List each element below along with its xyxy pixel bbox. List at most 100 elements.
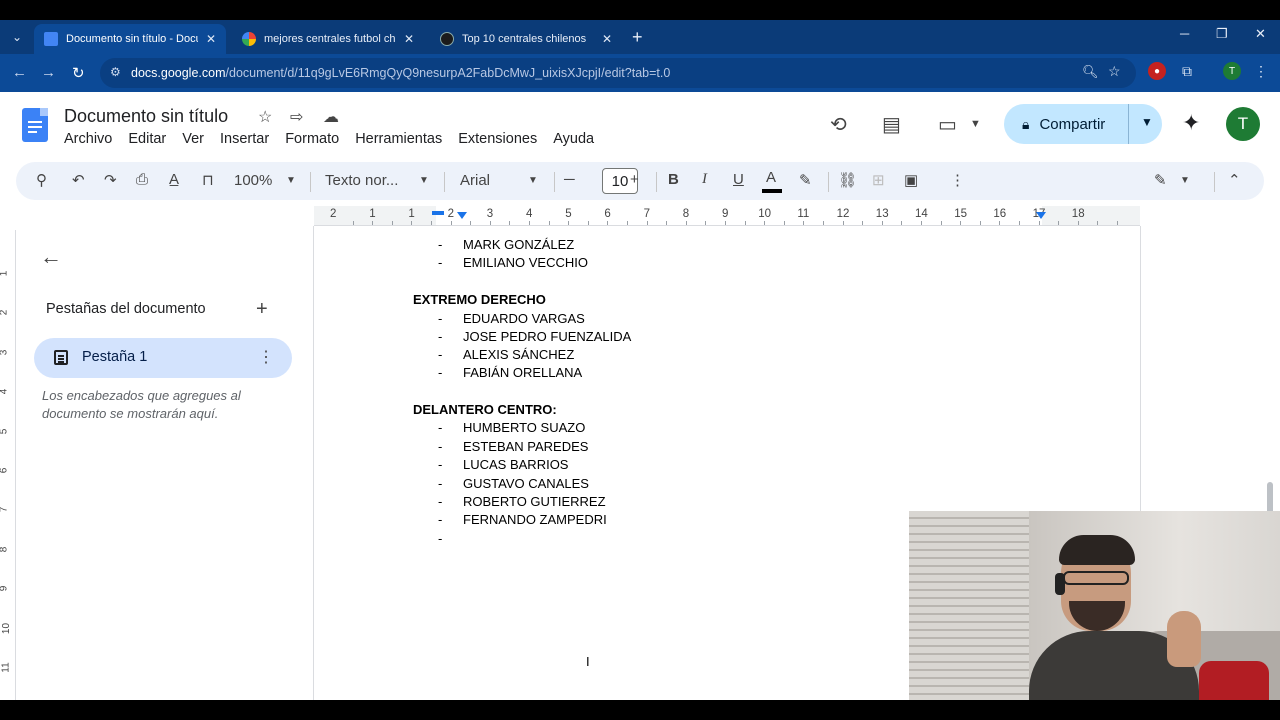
chevron-down-icon[interactable]: ▼ [419, 175, 429, 186]
comments-icon[interactable]: ▤ [882, 112, 901, 137]
menu-insertar[interactable]: Insertar [220, 131, 269, 147]
menu-formato[interactable]: Formato [285, 131, 339, 147]
menu-archivo[interactable]: Archivo [64, 131, 112, 147]
chevron-down-icon[interactable]: ▼ [528, 175, 538, 186]
minimize-icon[interactable]: ─ [1180, 26, 1189, 41]
profile-avatar[interactable]: T [1223, 62, 1241, 80]
browser-tab-docs[interactable]: Documento sin título - Docume ✕ [34, 24, 226, 54]
add-tab-icon[interactable]: + [256, 298, 268, 321]
search-menus-icon[interactable]: ⚲ [36, 171, 47, 189]
browser-menu-icon[interactable]: ⋮ [1252, 62, 1270, 80]
document-title[interactable]: Documento sin título [64, 106, 228, 127]
extension-icon[interactable]: ● [1148, 62, 1166, 80]
chevron-down-icon[interactable]: ▼ [286, 175, 296, 186]
list-item[interactable]: - EMILIANO VECCHIO [438, 255, 588, 270]
new-tab-icon[interactable]: + [632, 27, 643, 48]
menu-herramientas[interactable]: Herramientas [355, 131, 442, 147]
add-comment-icon[interactable]: ⊞ [872, 171, 885, 189]
menu-editar[interactable]: Editar [128, 131, 166, 147]
right-indent-marker[interactable] [1036, 212, 1046, 219]
spellcheck-icon[interactable]: A̲ [169, 171, 179, 188]
list-item[interactable]: - ALEXIS SÁNCHEZ [438, 347, 574, 362]
bold-icon[interactable]: B [668, 171, 679, 188]
italic-icon[interactable]: I [702, 171, 707, 188]
list-item[interactable]: - ESTEBAN PAREDES [438, 439, 588, 454]
highlight-icon[interactable]: ✎ [799, 171, 812, 189]
list-item[interactable]: - FABIÁN ORELLANA [438, 365, 582, 380]
increase-font-size-icon[interactable]: + [630, 171, 639, 188]
editing-mode-icon[interactable]: ✎ [1154, 171, 1167, 189]
redo-icon[interactable]: ↷ [104, 171, 117, 189]
list-item[interactable]: - JOSE PEDRO FUENZALIDA [438, 329, 631, 344]
back-arrow-icon[interactable]: ← [40, 244, 62, 270]
list-item[interactable]: - MARK GONZÁLEZ [438, 237, 574, 252]
section-heading[interactable]: DELANTERO CENTRO: [413, 402, 557, 417]
tab-search-chevron-icon[interactable]: ⌄ [6, 26, 28, 48]
close-tab-icon[interactable]: ✕ [206, 32, 216, 46]
horizontal-ruler[interactable]: 2 1 1 2 3 4 5 6 7 8 9 10 11 12 13 14 15 16 17 18 [314, 206, 1140, 226]
share-button[interactable]: 🔒︎ Compartir ▼ [1004, 104, 1162, 144]
browser-tab-search[interactable]: mejores centrales futbol chilenos ✕ [232, 24, 424, 54]
menu-ayuda[interactable]: Ayuda [553, 131, 594, 147]
font-select[interactable]: Arial [460, 172, 490, 189]
extensions-puzzle-icon[interactable]: ⧉ [1178, 62, 1196, 80]
more-options-icon[interactable]: ⋮ [950, 171, 965, 189]
ruler-number: 8 [682, 208, 690, 220]
collapse-menus-icon[interactable]: ⌃ [1228, 171, 1241, 189]
meet-icon[interactable]: ▭ [938, 112, 957, 137]
restore-icon[interactable]: ❐ [1216, 26, 1228, 42]
decrease-font-size-icon[interactable]: ─ [564, 171, 575, 188]
ruler-margin-right [1042, 206, 1140, 225]
tab-options-icon[interactable]: ⋮ [258, 347, 274, 367]
text-color-icon[interactable]: A [766, 169, 776, 186]
list-item[interactable]: - FERNANDO ZAMPEDRI [438, 512, 607, 527]
browser-tab-label: mejores centrales futbol chilenos [264, 33, 396, 45]
account-avatar[interactable]: T [1226, 107, 1260, 141]
first-line-indent-marker[interactable] [432, 211, 444, 215]
paint-format-icon[interactable]: ⊓ [202, 171, 214, 189]
zoom-select[interactable]: 100% [234, 172, 272, 189]
address-bar[interactable]: ⚙ docs.google.com/document/d/11q9gLvE6Rm… [100, 58, 1136, 88]
google-docs-logo-icon[interactable] [22, 108, 48, 142]
star-icon[interactable]: ☆ [258, 107, 272, 127]
undo-icon[interactable]: ↶ [72, 171, 85, 189]
print-icon[interactable]: ⎙ [136, 171, 148, 188]
bookmark-star-icon[interactable]: ☆ [1108, 63, 1121, 80]
chevron-down-icon[interactable]: ▼ [1180, 175, 1190, 186]
version-history-icon[interactable]: ⟲ [830, 112, 847, 137]
reload-icon[interactable]: ↻ [72, 64, 85, 82]
letterbox-top [0, 0, 1280, 20]
close-window-icon[interactable]: ✕ [1255, 26, 1266, 42]
meet-dropdown-icon[interactable]: ▼ [970, 118, 981, 130]
move-folder-icon[interactable]: ⇨ [290, 107, 303, 127]
site-info-icon[interactable]: ⚙ [110, 65, 121, 79]
close-tab-icon[interactable]: ✕ [602, 32, 612, 46]
list-item[interactable]: - EDUARDO VARGAS [438, 311, 585, 326]
cloud-saved-icon[interactable]: ☁ [323, 107, 339, 127]
text-color-swatch [762, 189, 782, 193]
underline-icon[interactable]: U [733, 171, 744, 188]
toolbar-divider [1214, 172, 1215, 192]
zoom-icon[interactable]: 🔍︎ [1082, 64, 1099, 80]
close-tab-icon[interactable]: ✕ [404, 32, 414, 46]
forward-icon[interactable]: → [41, 64, 56, 81]
list-item[interactable]: - GUSTAVO CANALES [438, 476, 589, 491]
list-item[interactable]: - HUMBERTO SUAZO [438, 420, 585, 435]
menu-ver[interactable]: Ver [182, 131, 204, 147]
browser-tab-chatgpt[interactable]: Top 10 centrales chilenos ✕ [430, 24, 622, 54]
list-item-empty[interactable]: - [438, 531, 463, 546]
gemini-icon[interactable]: ✦ [1182, 110, 1200, 136]
section-heading[interactable]: EXTREMO DERECHO [413, 292, 546, 307]
left-indent-marker[interactable] [457, 212, 467, 219]
style-select[interactable]: Texto nor... [325, 172, 398, 189]
back-icon[interactable]: ← [12, 64, 27, 81]
ruler-number: 9 [722, 208, 729, 220]
sidebar-item-pestana-1[interactable]: Pestaña 1 ⋮ [34, 338, 292, 378]
list-item[interactable]: - ROBERTO GUTIERREZ [438, 494, 606, 509]
menu-extensiones[interactable]: Extensiones [458, 131, 537, 147]
insert-image-icon[interactable]: ▣ [904, 171, 918, 189]
list-item[interactable]: - LUCAS BARRIOS [438, 457, 568, 472]
vertical-ruler[interactable]: 1 2 3 4 5 6 7 8 9 10 11 [0, 230, 16, 700]
insert-link-icon[interactable]: ⛓ [838, 171, 857, 189]
share-dropdown-icon[interactable]: ▼ [1141, 115, 1153, 129]
